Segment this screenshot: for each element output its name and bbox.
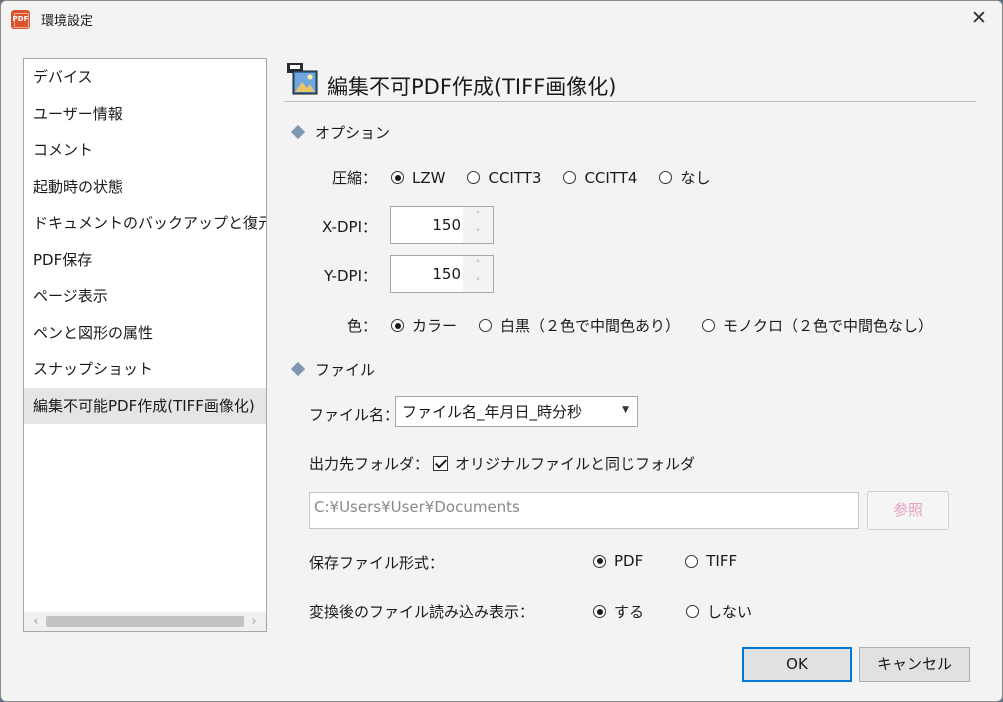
browse-button[interactable]: 参照 bbox=[867, 491, 949, 530]
compression-lzw-radio[interactable]: LZW bbox=[391, 169, 445, 187]
radio-label: CCITT4 bbox=[584, 168, 638, 187]
ok-button[interactable]: OK bbox=[742, 647, 852, 682]
radio-icon bbox=[686, 605, 700, 618]
filename-format-select[interactable]: ファイル名_年月日_時分秒 ▼ bbox=[395, 396, 638, 427]
load-after-no-radio[interactable]: しない bbox=[686, 601, 752, 622]
title-divider bbox=[284, 101, 976, 102]
radio-label: カラー bbox=[412, 317, 458, 335]
diamond-icon bbox=[290, 361, 306, 377]
filename-label: ファイル名： bbox=[309, 406, 400, 424]
cancel-button[interactable]: キャンセル bbox=[859, 647, 970, 682]
xdpi-stepper[interactable]: 150 ˄ ˅ bbox=[390, 206, 494, 244]
output-path-field[interactable]: C:¥Users¥User¥Documents bbox=[309, 492, 859, 529]
pdf-app-icon: PDF bbox=[11, 10, 30, 29]
scroll-left-icon[interactable]: ‹ bbox=[27, 612, 45, 631]
sidebar-item-backup[interactable]: ドキュメントのバックアップと復元 bbox=[24, 205, 266, 242]
scroll-right-icon[interactable]: › bbox=[245, 612, 263, 631]
title-bar: PDF 環境設定 ✕ bbox=[1, 1, 1002, 37]
radio-icon bbox=[659, 171, 673, 184]
radio-selected-icon bbox=[593, 554, 606, 568]
file-section-header: ファイル bbox=[290, 359, 376, 380]
sidebar-item-startup[interactable]: 起動時の状態 bbox=[24, 169, 266, 206]
sidebar-item-comment[interactable]: コメント bbox=[24, 132, 266, 169]
save-format-label: 保存ファイル形式： bbox=[309, 554, 445, 572]
color-mono-radio[interactable]: モノクロ（２色で中間色なし） bbox=[702, 315, 933, 336]
compression-none-radio[interactable]: なし bbox=[659, 167, 710, 188]
ydpi-label: Y-DPI： bbox=[324, 267, 377, 285]
radio-selected-icon bbox=[593, 605, 606, 618]
radio-label: 白黒（２色で中間色あり） bbox=[500, 317, 681, 335]
options-section-label: オプション bbox=[315, 124, 391, 142]
radio-icon bbox=[563, 171, 577, 184]
chevron-down-icon: ▼ bbox=[622, 405, 629, 415]
scroll-thumb[interactable] bbox=[46, 616, 244, 627]
radio-label: しない bbox=[707, 603, 753, 621]
radio-label: TIFF bbox=[706, 552, 738, 570]
compression-radio-group: LZW CCITT3 CCITT4 なし bbox=[391, 167, 732, 188]
radio-icon bbox=[467, 171, 481, 184]
radio-label: LZW bbox=[412, 168, 446, 187]
color-color-radio[interactable]: カラー bbox=[391, 315, 457, 336]
same-folder-checkbox[interactable]: オリジナルファイルと同じフォルダ bbox=[433, 453, 695, 474]
radio-selected-icon bbox=[391, 171, 404, 184]
radio-icon bbox=[702, 319, 716, 332]
chevron-up-icon[interactable]: ˄ bbox=[463, 207, 493, 225]
ydpi-value: 150 bbox=[432, 265, 461, 283]
output-folder-label: 出力先フォルダ： bbox=[309, 455, 430, 473]
image-pdf-icon bbox=[287, 63, 318, 95]
save-format-tiff-radio[interactable]: TIFF bbox=[685, 552, 737, 570]
chevron-down-icon[interactable]: ˅ bbox=[463, 274, 493, 292]
sidebar-item-device[interactable]: デバイス bbox=[24, 59, 266, 96]
horizontal-scrollbar[interactable]: ‹ › bbox=[24, 612, 266, 631]
radio-label: PDF bbox=[614, 552, 644, 570]
chevron-up-icon[interactable]: ˄ bbox=[463, 256, 493, 274]
ydpi-stepper[interactable]: 150 ˄ ˅ bbox=[390, 255, 494, 293]
close-icon: ✕ bbox=[971, 7, 987, 29]
save-format-radio-group: PDF TIFF bbox=[593, 552, 759, 570]
radio-icon bbox=[685, 554, 699, 568]
chevron-down-icon[interactable]: ˅ bbox=[463, 225, 493, 243]
category-list: デバイス ユーザー情報 コメント 起動時の状態 ドキュメントのバックアップと復元… bbox=[23, 58, 267, 632]
sidebar-item-user-info[interactable]: ユーザー情報 bbox=[24, 96, 266, 133]
file-section-label: ファイル bbox=[315, 361, 376, 379]
color-bw-radio[interactable]: 白黒（２色で中間色あり） bbox=[479, 315, 680, 336]
sidebar-item-pen-shape[interactable]: ペンと図形の属性 bbox=[24, 315, 266, 352]
compression-ccitt3-radio[interactable]: CCITT3 bbox=[467, 169, 541, 187]
compression-ccitt4-radio[interactable]: CCITT4 bbox=[563, 169, 637, 187]
load-after-label: 変換後のファイル読み込み表示： bbox=[309, 603, 535, 621]
sidebar-item-pdf-save[interactable]: PDF保存 bbox=[24, 242, 266, 279]
xdpi-value: 150 bbox=[432, 216, 461, 234]
same-folder-label: オリジナルファイルと同じフォルダ bbox=[455, 455, 696, 473]
panel-title: 編集不可PDF作成(TIFF画像化) bbox=[327, 75, 617, 99]
radio-label: CCITT3 bbox=[488, 168, 542, 187]
color-label: 色： bbox=[346, 317, 377, 335]
load-after-yes-radio[interactable]: する bbox=[593, 601, 644, 622]
filename-select-value: ファイル名_年月日_時分秒 bbox=[402, 403, 583, 421]
radio-label: なし bbox=[680, 169, 711, 187]
color-radio-group: カラー 白黒（２色で中間色あり） モノクロ（２色で中間色なし） bbox=[391, 315, 933, 336]
sidebar-item-snapshot[interactable]: スナップショット bbox=[24, 351, 266, 388]
sidebar-item-tiff-pdf[interactable]: 編集不可能PDF作成(TIFF画像化) bbox=[24, 387, 266, 424]
window-title: 環境設定 bbox=[41, 14, 94, 29]
radio-label: する bbox=[614, 603, 645, 621]
compression-label: 圧縮： bbox=[331, 169, 377, 187]
diamond-icon bbox=[290, 124, 306, 140]
radio-label: モノクロ（２色で中間色なし） bbox=[723, 317, 934, 335]
save-format-pdf-radio[interactable]: PDF bbox=[593, 552, 643, 570]
close-button[interactable]: ✕ bbox=[956, 1, 1002, 37]
xdpi-label: X-DPI： bbox=[322, 218, 377, 236]
checkbox-checked-icon bbox=[433, 456, 448, 471]
radio-selected-icon bbox=[391, 319, 404, 332]
radio-icon bbox=[479, 319, 493, 332]
options-section-header: オプション bbox=[290, 122, 391, 143]
sidebar-item-page-view[interactable]: ページ表示 bbox=[24, 278, 266, 315]
settings-dialog: PDF 環境設定 ✕ デバイス ユーザー情報 コメント 起動時の状態 ドキュメン… bbox=[0, 0, 1003, 702]
load-after-radio-group: する しない bbox=[593, 601, 774, 622]
